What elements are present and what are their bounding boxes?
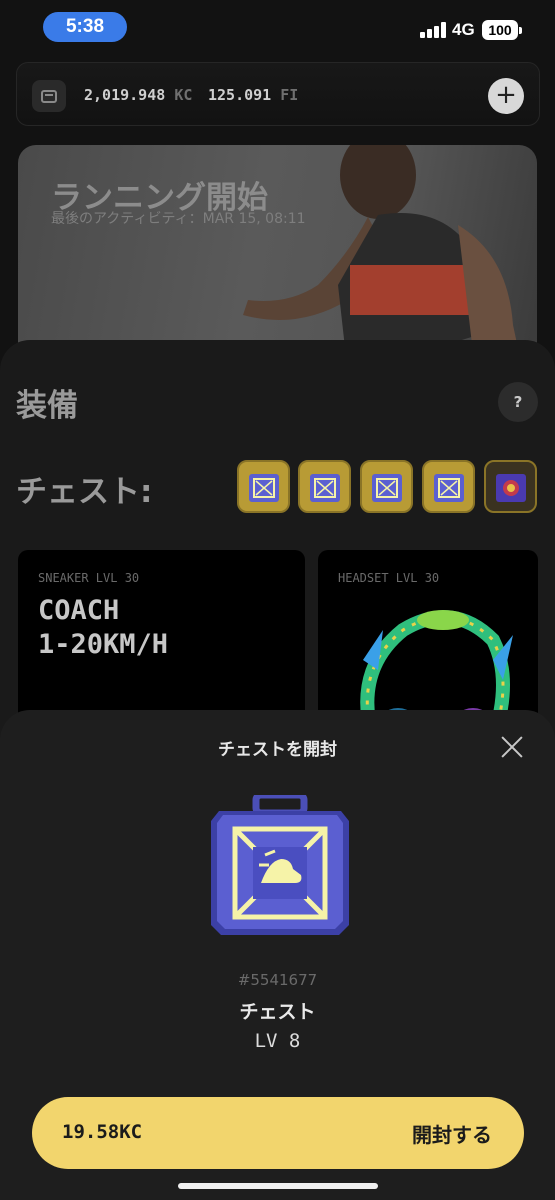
network-label: 4G — [452, 20, 475, 39]
battery-icon: 100 — [482, 20, 522, 40]
sneaker-card-value: COACH 1-20KM/H — [38, 595, 169, 660]
chest-slot-3[interactable] — [360, 460, 413, 513]
open-label: 開封する — [412, 1123, 492, 1147]
kc-balance: 2,019.948 KC — [84, 86, 192, 104]
open-price: 19.58KC — [62, 1121, 143, 1143]
chest-slot-5[interactable] — [484, 460, 537, 513]
chest-icon — [433, 473, 464, 502]
chest-icon — [309, 473, 340, 502]
headset-card-label: HEADSET LVL 30 — [338, 571, 440, 585]
fi-amount: 125.091 — [208, 86, 272, 104]
chest-slot-2[interactable] — [298, 460, 351, 513]
time-pill: 5:38 — [43, 12, 127, 42]
wallet-bar: 2,019.948 KC 125.091 FI + — [16, 62, 540, 126]
status-bar: 5:38 4G 100 — [0, 0, 555, 56]
home-indicator[interactable] — [178, 1183, 378, 1189]
chest-slot-1[interactable] — [237, 460, 290, 513]
chest-icon — [371, 473, 402, 502]
fi-unit: FI — [280, 86, 299, 104]
last-activity-label: 最後のアクティビティ：MAR 15, 08:11 — [51, 211, 306, 227]
rare-chest-icon — [495, 473, 526, 502]
open-chest-modal: チェストを開封 #5541677 チェスト LV 8 19.58KC 開封する — [0, 710, 555, 1200]
chest-icon — [248, 473, 279, 502]
equipment-sheet: 装備 ? チェスト: SNEAKER LVL 30 COACH 1-20KM/H… — [0, 340, 555, 760]
chest-level: LV 8 — [254, 1030, 301, 1052]
kc-unit: KC — [174, 86, 193, 104]
chest-slot-4[interactable] — [422, 460, 475, 513]
modal-title: チェストを開封 — [218, 740, 337, 760]
signal-icon — [420, 22, 448, 38]
kc-amount: 2,019.948 — [84, 86, 166, 104]
wallet-icon[interactable] — [32, 80, 66, 112]
chest-row-label: チェスト: — [16, 474, 153, 510]
close-icon[interactable] — [499, 734, 525, 760]
sneaker-card-label: SNEAKER LVL 30 — [38, 571, 140, 585]
chest-id: #5541677 — [237, 971, 318, 989]
open-chest-button[interactable]: 19.58KC 開封する — [32, 1097, 524, 1169]
help-button[interactable]: ? — [498, 382, 538, 422]
fi-balance: 125.091 FI — [208, 86, 298, 104]
chest-name: チェスト — [239, 1001, 316, 1023]
add-funds-button[interactable]: + — [488, 78, 524, 114]
chest-image — [211, 795, 349, 935]
equipment-title: 装備 — [16, 388, 78, 424]
